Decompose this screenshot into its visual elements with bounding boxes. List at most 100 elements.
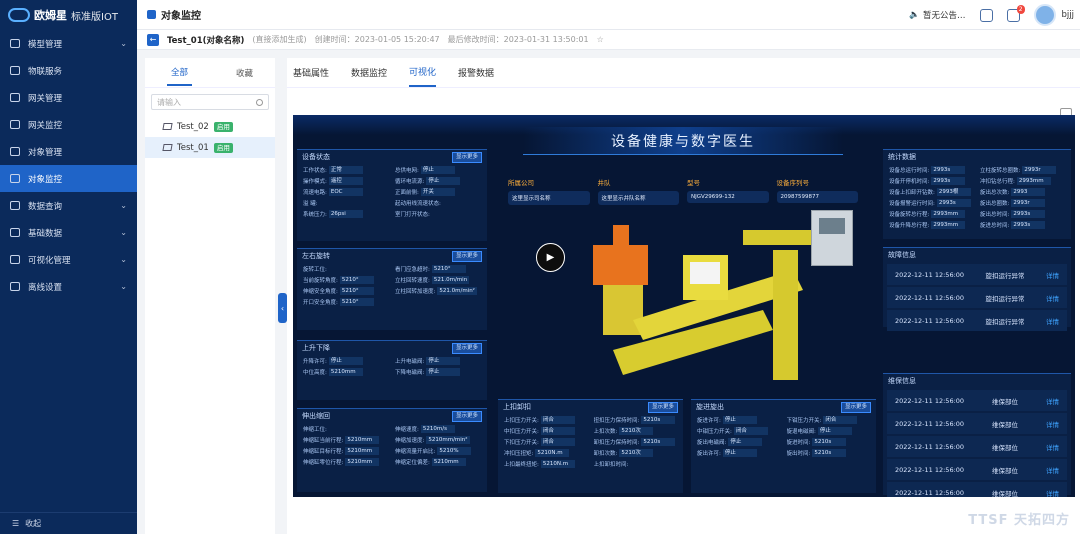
sidebar-item-7[interactable]: 基础数据 ⌄ [0,219,137,246]
home-icon[interactable] [979,8,993,22]
tab-visualization[interactable]: 可视化 [409,58,437,87]
detail-link[interactable]: 详情 [1046,293,1059,303]
status-badge: 启用 [213,121,233,132]
kv-label: 溢 罐: [303,201,318,207]
show-more-button[interactable]: 显示更多 [451,342,482,354]
sidebar-item-label: 网关管理 [28,93,63,104]
page-title-text: 对象监控 [161,11,201,22]
show-more-button[interactable]: 显示更多 [840,401,871,413]
kv-label: 正面前侧: [395,190,419,196]
show-more-button[interactable]: 显示更多 [451,250,482,262]
kv-label: 旋出许可: [697,451,721,457]
detail-link[interactable]: 详情 [1046,419,1059,429]
kv-item: 设备上扣卸开钻数: 2993根 [889,188,974,196]
kv-value: 5210mm [345,458,380,466]
bell-icon[interactable]: 2 [1006,4,1025,22]
kv-item: 旋进时间: 5210s [787,438,871,446]
notice-button[interactable]: 🔈 暂无公告… [909,9,965,21]
sidebar-item-0[interactable]: 模型管理 ⌄ [0,30,137,57]
model-card: 型号 NJGV29699-132 [687,177,769,205]
kv-label: 设备总运行时间: [889,168,930,174]
detail-link[interactable]: 详情 [1046,488,1059,498]
menu-item-icon [10,228,20,237]
back-arrow-icon[interactable]: ← [147,33,159,46]
kv-label: 旋出总次数: [980,190,1010,196]
panel-title: 旋进旋出 [696,403,724,411]
detail-link[interactable]: 详情 [1046,442,1059,452]
row-msg: 维保部位 [992,397,1019,406]
kv-item: 溢 罐: [303,199,389,207]
kv-label: 旋转工位: [303,267,327,273]
search-input[interactable]: 请输入 [151,94,269,110]
sidebar-item-2[interactable]: 网关管理 [0,84,137,111]
kv-value: 停止 [426,368,461,376]
sidebar-item-9[interactable]: 离线设置 ⌄ [0,273,137,300]
tab-data-monitoring[interactable]: 数据监控 [351,66,387,79]
team-card: 井队 这里显示井队名称 [597,177,679,205]
sidebar-item-5[interactable]: 对象监控 [0,165,137,192]
tab-all[interactable]: 全部 [166,60,192,86]
sidebar-item-1[interactable]: 物联服务 [0,57,137,84]
kv-item: 下降电磁阀: 停止 [395,368,481,376]
kv-value: 2993mm [931,221,966,229]
kv-label: 设备上扣卸开钻数: [889,190,935,196]
collapse-sidebar-button[interactable]: ☰ 收起 [0,512,137,534]
sidebar-item-3[interactable]: 网关监控 [0,111,137,138]
tab-basic-properties[interactable]: 基础属性 [293,66,329,79]
star-icon[interactable]: ☆ [597,35,604,44]
chevron-down-icon: ⌄ [120,255,127,264]
detail-link[interactable]: 详情 [1046,270,1059,280]
tab-alarm-data[interactable]: 报警数据 [458,66,494,79]
show-more-button[interactable]: 显示更多 [451,410,482,422]
show-more-button[interactable]: 显示更多 [451,151,482,163]
menu-item-icon [10,201,20,210]
detail-link[interactable]: 详情 [1046,396,1059,406]
kv-item: 卸扣次数: 5210次 [594,449,678,457]
kv-value: 5210° [339,276,374,284]
avatar[interactable] [1033,4,1056,26]
rotation-panel: 左右旋转 显示更多 旋转工位: 看门应急超时: 5210° 当前旋转角度: 5210° 立柱… [297,248,487,330]
tree-item-test02[interactable]: Test_02 启用 [145,116,275,137]
detail-link[interactable]: 详情 [1046,465,1059,475]
chevron-down-icon: ⌄ [120,228,127,237]
kv-label: 系统压力: [303,212,327,218]
status-badge: 启用 [213,142,233,153]
kv-item: 伸缩速度: 5210m/s [395,425,481,433]
kv-value: 停止 [328,357,363,365]
device-info-cards: 所属公司 这里显示司名称 井队 这里显示井队名称 型号 NJGV29699-132 设… [508,177,858,205]
kv-label: 伸缩定位偏差: [395,460,430,466]
kv-item: 上升电磁阀: 停止 [395,357,481,365]
kv-value: 5210s [812,438,847,446]
kv-item: 当前旋转角度: 5210° [303,276,389,284]
kv-item: 冲扣钻总行程: 2993mm [980,177,1065,185]
kv-value: 5210次 [619,449,654,457]
kv-value: 2993mm [1016,177,1051,185]
sidebar-item-8[interactable]: 可视化管理 ⌄ [0,246,137,273]
table-row: 2022-12-11 12:56:00 维保部位 详情 [887,390,1067,411]
kv-item: 室门打开状态: [395,210,481,218]
sidebar-item-6[interactable]: 数据查询 ⌄ [0,192,137,219]
object-name: Test_01(对象名称) [167,35,245,46]
kv-label: 伸缩安全角度: [303,289,338,295]
kv-label: 上扣压力开关: [504,418,539,424]
sidebar-item-4[interactable]: 对象管理 [0,138,137,165]
tree-item-test01[interactable]: Test_01 启用 [145,137,275,158]
show-more-button[interactable]: 显示更多 [647,401,678,413]
kv-label: 旋进总时间: [980,223,1010,229]
play-button-icon[interactable]: ▶ [536,243,565,272]
kv-item: 冲扣压扭矩: 5210N.m [504,449,588,457]
kv-item: 伸缩定位偏差: 5210mm [395,458,481,466]
kv-item: 工作状态: 正常 [303,166,389,174]
card-value: 20987599877 [776,191,858,203]
kv-label: 下降电磁阀: [395,370,425,376]
tab-favorites[interactable]: 收藏 [236,67,253,79]
search-icon[interactable] [256,98,263,106]
user-name[interactable]: bjjj [1062,10,1074,20]
kv-label: 伸缩缸目标行程: [303,449,344,455]
sidebar-item-label: 网关监控 [28,120,63,131]
detail-link[interactable]: 详情 [1046,316,1059,326]
collapse-panel-toggle[interactable]: ‹ [278,293,287,323]
kv-label: 伸缩缸零位行程: [303,460,344,466]
panel-title: 统计数据 [888,153,916,161]
row-time: 2022-12-11 12:56:00 [895,442,965,451]
